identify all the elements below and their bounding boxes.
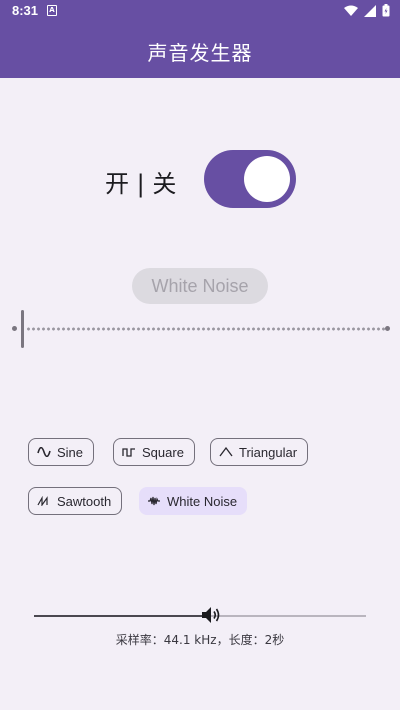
slider-start-dot bbox=[12, 326, 17, 331]
waveform-chip-white-noise[interactable]: White Noise bbox=[139, 487, 248, 515]
switch-knob bbox=[244, 156, 290, 202]
chip-label: White Noise bbox=[167, 493, 238, 509]
waveform-chip-sine[interactable]: Sine bbox=[28, 438, 95, 466]
app-bar: 声音发生器 bbox=[0, 22, 400, 78]
slider-track[interactable] bbox=[26, 327, 386, 331]
waveform-chip-triangular[interactable]: Triangular bbox=[210, 438, 309, 466]
sine-wave-icon bbox=[37, 447, 51, 457]
slider-thumb[interactable] bbox=[21, 310, 24, 348]
noise-wave-icon bbox=[148, 496, 160, 506]
frequency-slider[interactable] bbox=[12, 308, 390, 350]
chip-label: Sine bbox=[57, 444, 84, 460]
volume-track-active bbox=[34, 615, 210, 617]
power-label: 开 | 关 bbox=[105, 170, 177, 198]
wifi-icon bbox=[344, 5, 358, 16]
system-icons bbox=[344, 4, 390, 17]
chip-label: Square bbox=[142, 444, 184, 460]
chip-label: Triangular bbox=[239, 444, 298, 460]
status-time: 8:31 bbox=[12, 3, 39, 18]
sample-info: 采样率：44.1 kHz，长度：2秒 bbox=[115, 633, 285, 647]
volume-icon[interactable] bbox=[200, 604, 222, 626]
sawtooth-wave-icon bbox=[37, 496, 48, 506]
app-title: 声音发生器 bbox=[147, 41, 253, 65]
power-switch[interactable] bbox=[204, 150, 296, 208]
square-wave-icon bbox=[122, 448, 135, 457]
power-row: 开 | 关 bbox=[0, 150, 400, 208]
volume-track-inactive bbox=[210, 615, 366, 617]
status-bar: 8:31 A bbox=[0, 0, 400, 22]
notification-icon: A bbox=[47, 5, 57, 16]
slider-end-dot bbox=[385, 326, 390, 331]
waveform-chip-square[interactable]: Square bbox=[113, 438, 195, 466]
waveform-chip-sawtooth[interactable]: Sawtooth bbox=[28, 487, 123, 515]
chip-label: Sawtooth bbox=[57, 493, 112, 509]
current-waveform-chip: White Noise bbox=[132, 268, 268, 304]
signal-icon bbox=[364, 4, 376, 17]
volume-slider[interactable] bbox=[34, 603, 366, 629]
triangle-wave-icon bbox=[219, 447, 233, 457]
battery-icon bbox=[382, 4, 390, 17]
